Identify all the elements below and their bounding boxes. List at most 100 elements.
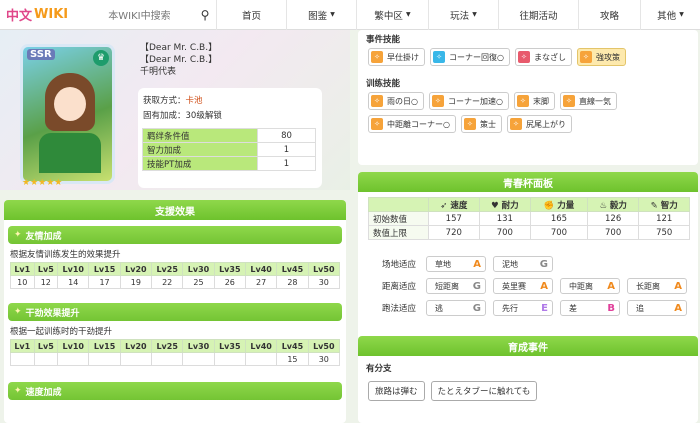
chevron-down-icon: ▼ bbox=[472, 11, 477, 18]
subsection-friendship: ✦ 友情加成 bbox=[8, 226, 342, 244]
card-detail-box: 获取方式：卡池 固有加成：30级解锁 羁绊条件值 80 智力加成 1 技能PT加成 1 bbox=[138, 88, 322, 188]
aptitude-row-distance: 距离适应 短距离 G 英里赛 A 中距离 A 长距离 A bbox=[358, 276, 698, 296]
chevron-down-icon: ▼ bbox=[679, 11, 684, 18]
section-title: 育成事件 bbox=[358, 336, 698, 356]
nav-item-tw-server[interactable]: 繁中区 ▼ bbox=[356, 0, 428, 30]
orange-skill-icon: ✧ bbox=[371, 51, 383, 63]
aptitude-cell: 先行 E bbox=[493, 300, 553, 316]
card-name: 【Dear Mr. C.B.】 【Dear Mr. C.B.】 千明代表 bbox=[140, 43, 218, 77]
nav-item-guides[interactable]: 攻略 bbox=[578, 0, 640, 30]
event-button[interactable]: 旅路は弾む bbox=[368, 381, 425, 401]
training-skills-title: 训练技能 bbox=[366, 79, 401, 89]
event-skills-title: 事件技能 bbox=[366, 35, 401, 45]
aptitude-cell: 短距离 G bbox=[426, 278, 486, 294]
left-column: SSR ♛ ★★★★★ 【Dear Mr. C.B.】 【Dear Mr. C.… bbox=[0, 30, 350, 423]
top-navigation-bar: 中文 WIKI 本WIKI中搜索 ⚲ 首页 图鉴 ▼ 繁中区 ▼ 玩法 ▼ 往期活动 攻… bbox=[0, 0, 700, 30]
orange-skill-icon: ✧ bbox=[579, 51, 592, 63]
blue-skill-icon: ✧ bbox=[433, 51, 445, 63]
stat-row: 数值上限 720 700 700 700 750 bbox=[368, 225, 690, 240]
logo-wiki: WIKI bbox=[34, 7, 69, 22]
level-value-row: 15 30 bbox=[10, 352, 341, 366]
skill-chip[interactable]: ✧ 末脚 bbox=[513, 92, 555, 110]
skill-chip[interactable]: ✧ まなざし bbox=[514, 48, 572, 66]
aptitude-cell: 逃G bbox=[426, 300, 486, 316]
youth-cup-stat-table: ➶ 速度 ♥ 耐力 ✊ 力量 ♨ 毅力 ✎ 智力 初始数值 157 131 165 12… bbox=[368, 197, 690, 240]
sparkle-icon: ✦ bbox=[14, 230, 22, 240]
skill-chip[interactable]: ✧ 雨の日○ bbox=[368, 92, 424, 110]
aptitude-cell: 长距离 A bbox=[627, 278, 687, 294]
skill-chip[interactable]: ✧ 直線一気 bbox=[559, 92, 617, 110]
skill-chip[interactable]: ✧ 早仕掛け bbox=[368, 48, 425, 66]
aptitude-cell: 差B bbox=[560, 300, 620, 316]
subsection-speed: ✦ 速度加成 bbox=[8, 382, 342, 400]
aptitude-cell: 追A bbox=[627, 300, 687, 316]
nav-item-other[interactable]: 其他 ▼ bbox=[640, 0, 700, 30]
orange-skill-icon: ✧ bbox=[562, 95, 575, 107]
right-column: 事件技能 ✧ 早仕掛け ✧ コーナー回復○ ✧ まなざし ✧ 強攻策 训练技能 ✧ 雨の日… bbox=[358, 30, 698, 423]
training-events-panel: 育成事件 有分支 旅路は弾む たとえタブーに触れても bbox=[358, 336, 698, 423]
subsection-motivation: ✦ 干劲效果提升 bbox=[8, 303, 342, 321]
speed-icon: ➶ bbox=[440, 200, 451, 211]
wisdom-type-icon: ♛ bbox=[93, 50, 109, 66]
rarity-stars: ★★★★★ bbox=[22, 178, 63, 188]
section-title: 支援效果 bbox=[4, 200, 346, 220]
level-header-row: Lv1 Lv5 Lv10 Lv15 Lv20 Lv25 Lv30 Lv35 Lv40 Lv45 Lv… bbox=[10, 339, 341, 353]
aptitude-row-style: 跑法适应 逃G 先行 E 差B 追A bbox=[358, 298, 698, 318]
friendship-desc: 根据友情训练发生的效果提升 bbox=[10, 250, 121, 260]
aptitude-cell: 中距离 A bbox=[560, 278, 620, 294]
event-skills-list: ✧ 早仕掛け ✧ コーナー回復○ ✧ まなざし ✧ 強攻策 bbox=[358, 48, 698, 66]
card-info-panel: SSR ♛ ★★★★★ 【Dear Mr. C.B.】 【Dear Mr. C.… bbox=[0, 30, 350, 190]
stat-row: 羁绊条件值 80 bbox=[142, 128, 316, 143]
friendship-level-table: Lv1 Lv5 Lv10 Lv15 Lv20 Lv25 Lv30 Lv35 Lv40 Lv45 Lv… bbox=[10, 262, 341, 289]
skill-chip[interactable]: ✧ コーナー回復○ bbox=[430, 48, 510, 66]
motivation-desc: 根据一起训练时的干劲提升 bbox=[10, 327, 113, 337]
power-icon: ✊ bbox=[543, 200, 558, 211]
orange-skill-icon: ✧ bbox=[371, 118, 383, 130]
aptitude-row-track: 场地适应 草地 A 泥地 G bbox=[358, 254, 698, 274]
aptitude-cell: 草地 A bbox=[426, 256, 486, 272]
training-skills-list: ✧ 雨の日○ ✧ コーナー加速○ ✧ 末脚 ✧ 直線一気 ✧ 中距離コーナー○ ✧ 策士 ✧… bbox=[358, 92, 698, 133]
nav-item-past-events[interactable]: 往期活动 bbox=[498, 0, 578, 30]
skill-chip[interactable]: ✧ 中距離コーナー○ bbox=[368, 115, 456, 133]
nav-item-catalog[interactable]: 图鉴 ▼ bbox=[286, 0, 356, 30]
orange-skill-icon: ✧ bbox=[463, 118, 476, 130]
red-skill-icon: ✧ bbox=[517, 51, 530, 63]
main-nav: 首页 图鉴 ▼ 繁中区 ▼ 玩法 ▼ 往期活动 攻略 其他 ▼ bbox=[216, 0, 700, 30]
logo-text: 中文 bbox=[6, 9, 33, 24]
guts-icon: ♨ bbox=[599, 200, 610, 211]
event-button[interactable]: たとえタブーに触れても bbox=[430, 381, 538, 401]
youth-cup-panel: 青春杯面板 ➶ 速度 ♥ 耐力 ✊ 力量 ♨ 毅力 ✎ 智力 初始数值 157 13… bbox=[358, 172, 698, 352]
skill-chip[interactable]: ✧ 尻尾上がり bbox=[506, 115, 572, 133]
support-effects-section: 支援效果 ✦ 友情加成 根据友情训练发生的效果提升 Lv1 Lv5 Lv10 Lv15 L… bbox=[4, 200, 346, 423]
orange-skill-icon: ✧ bbox=[371, 95, 383, 107]
skill-chip[interactable]: ✧ コーナー加速○ bbox=[428, 92, 509, 110]
card-stat-table: 羁绊条件值 80 智力加成 1 技能PT加成 1 bbox=[142, 128, 316, 171]
stat-header-row: ➶ 速度 ♥ 耐力 ✊ 力量 ♨ 毅力 ✎ 智力 bbox=[368, 197, 690, 212]
wisdom-icon: ✎ bbox=[650, 200, 661, 211]
orange-skill-icon: ✧ bbox=[509, 118, 522, 130]
stamina-icon: ♥ bbox=[491, 200, 502, 211]
stat-row: 技能PT加成 1 bbox=[142, 156, 316, 171]
site-logo[interactable]: 中文 WIKI bbox=[0, 0, 100, 30]
events-branch-label: 有分支 bbox=[366, 364, 392, 374]
level-value-row: 10 12 14 17 19 22 25 26 27 28 30 bbox=[10, 275, 341, 289]
level-header-row: Lv1 Lv5 Lv10 Lv15 Lv20 Lv25 Lv30 Lv35 Lv40 Lv45 Lv… bbox=[10, 262, 341, 276]
search-input[interactable]: 本WIKI中搜索 bbox=[100, 0, 194, 30]
aptitude-cell: 泥地 G bbox=[493, 256, 553, 272]
skill-chip[interactable]: ✧ 策士 bbox=[460, 115, 502, 133]
stat-row: 初始数值 157 131 165 126 121 bbox=[368, 211, 690, 226]
orange-skill-icon: ✧ bbox=[516, 95, 529, 107]
chevron-down-icon: ▼ bbox=[330, 11, 335, 18]
nav-item-gameplay[interactable]: 玩法 ▼ bbox=[428, 0, 498, 30]
stat-row: 智力加成 1 bbox=[142, 142, 316, 157]
motivation-level-table: Lv1 Lv5 Lv10 Lv15 Lv20 Lv25 Lv30 Lv35 Lv40 Lv45 Lv… bbox=[10, 339, 341, 366]
orange-skill-icon: ✧ bbox=[431, 95, 444, 107]
nav-item-home[interactable]: 首页 bbox=[216, 0, 286, 30]
skill-chip[interactable]: ✧ 強攻策 bbox=[576, 48, 626, 66]
obtain-method: 获取方式：卡池 bbox=[143, 96, 203, 106]
support-card-image: SSR ♛ bbox=[20, 44, 115, 184]
chevron-down-icon: ▼ bbox=[405, 11, 411, 18]
fixed-bonus: 固有加成：30级解锁 bbox=[143, 111, 222, 121]
rarity-badge: SSR bbox=[27, 49, 55, 60]
search-icon[interactable]: ⚲ bbox=[194, 0, 216, 30]
